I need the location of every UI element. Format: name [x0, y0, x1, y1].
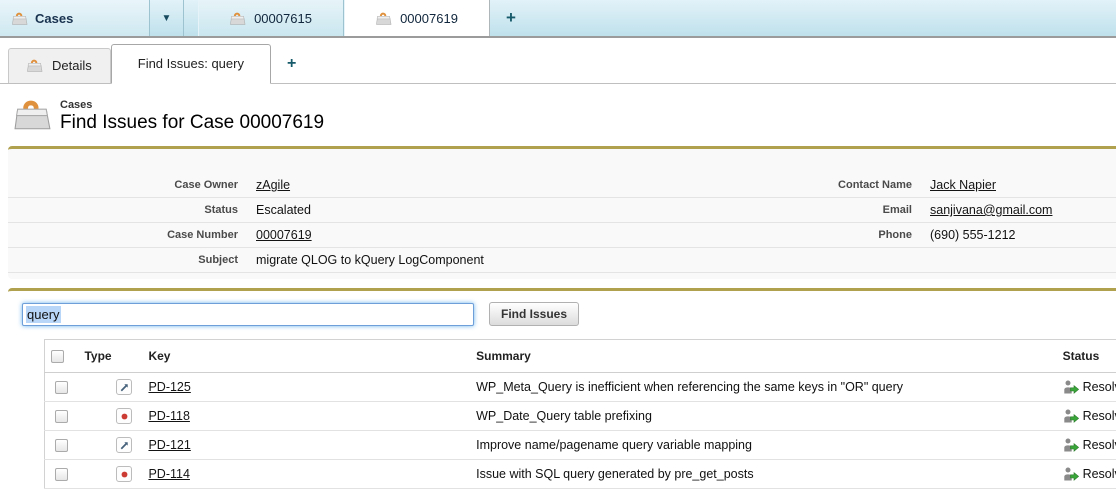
case-icon	[230, 11, 246, 26]
field-label: Subject	[8, 254, 256, 266]
console-tab-label: 00007619	[400, 11, 458, 26]
table-header-row: Type Key Summary Status	[45, 340, 1116, 373]
detail-row-phone: Phone (690) 555-1212	[562, 223, 1116, 248]
column-header-key: Key	[142, 340, 470, 373]
resolved-status-icon	[1063, 438, 1080, 452]
issue-summary: WP_Date_Query table prefixing	[470, 402, 1056, 431]
issue-summary: WP_Meta_Query is inefficient when refere…	[470, 373, 1056, 402]
issue-key-link[interactable]: PD-114	[148, 467, 189, 481]
detail-row-contact-name: Contact Name Jack Napier	[562, 173, 1116, 198]
column-header-type: Type	[78, 340, 142, 373]
status-value: Escalated	[256, 203, 311, 217]
case-detail-section: Case Owner zAgile Status Escalated Case …	[8, 146, 1116, 279]
object-label: Cases	[60, 99, 324, 111]
field-label: Status	[8, 204, 256, 216]
row-checkbox[interactable]	[55, 381, 68, 394]
improvement-icon	[116, 379, 132, 395]
case-icon	[27, 58, 43, 73]
detail-row-case-owner: Case Owner zAgile	[8, 173, 562, 198]
improvement-icon	[116, 437, 132, 453]
detail-row-email: Email sanjivana@gmail.com	[562, 198, 1116, 223]
row-checkbox[interactable]	[55, 468, 68, 481]
tab-gap	[184, 0, 198, 36]
page-header: Cases Find Issues for Case 00007619	[0, 84, 1116, 140]
issue-status: Resolved	[1083, 438, 1116, 452]
console-tab-00007619[interactable]: 00007619	[344, 0, 490, 36]
page-title: Find Issues for Case 00007619	[60, 112, 324, 134]
column-header-status: Status	[1057, 340, 1116, 373]
console-tab-label: 00007615	[254, 11, 312, 26]
issue-key-link[interactable]: PD-125	[148, 380, 190, 394]
issue-search-input[interactable]: query	[22, 303, 474, 326]
issue-status: Resolved	[1083, 380, 1116, 394]
add-console-tab-button[interactable]: +	[490, 0, 516, 36]
issue-summary: Improve name/pagename query variable map…	[470, 431, 1056, 460]
bug-icon	[116, 408, 132, 424]
row-checkbox[interactable]	[55, 439, 68, 452]
select-all-checkbox[interactable]	[51, 350, 64, 363]
detail-row-subject: Subject migrate QLOG to kQuery LogCompon…	[8, 248, 562, 273]
issues-table: Type Key Summary Status PD-125 WP_Meta_Q…	[44, 339, 1116, 489]
find-issues-section: query Find Issues Type Key Summary Statu…	[8, 288, 1116, 499]
case-icon	[12, 11, 28, 26]
table-row: PD-121 Improve name/pagename query varia…	[45, 431, 1116, 460]
subtab-find-issues[interactable]: Find Issues: query	[111, 44, 271, 84]
subject-value: migrate QLOG to kQuery LogComponent	[256, 253, 484, 267]
phone-value: (690) 555-1212	[930, 228, 1015, 242]
table-row: PD-114 Issue with SQL query generated by…	[45, 460, 1116, 489]
subtab-find-issues-label: Find Issues: query	[138, 56, 244, 71]
find-issues-button[interactable]: Find Issues	[489, 302, 579, 326]
issue-status: Resolved	[1083, 409, 1116, 423]
cases-object-icon	[14, 97, 52, 132]
nav-tab-label: Cases	[35, 11, 73, 26]
resolved-status-icon	[1063, 409, 1080, 423]
resolved-status-icon	[1063, 467, 1080, 481]
field-label: Case Number	[8, 229, 256, 241]
table-row: PD-125 WP_Meta_Query is inefficient when…	[45, 373, 1116, 402]
issue-summary: Issue with SQL query generated by pre_ge…	[470, 460, 1056, 489]
nav-tab-cases[interactable]: Cases	[0, 0, 150, 36]
detail-row-status: Status Escalated	[8, 198, 562, 223]
subtab-details[interactable]: Details	[8, 48, 111, 83]
case-icon	[376, 11, 392, 26]
table-row: PD-118 WP_Date_Query table prefixing Res…	[45, 402, 1116, 431]
detail-row-empty	[562, 248, 1116, 273]
field-label: Contact Name	[562, 179, 930, 191]
case-number-link[interactable]: 00007619	[256, 228, 312, 242]
detail-row-case-number: Case Number 00007619	[8, 223, 562, 248]
email-link[interactable]: sanjivana@gmail.com	[930, 203, 1052, 217]
search-input-value: query	[26, 306, 61, 323]
field-label: Case Owner	[8, 179, 256, 191]
console-tab-00007615[interactable]: 00007615	[198, 0, 344, 36]
resolved-status-icon	[1063, 380, 1080, 394]
subtab-details-label: Details	[52, 58, 92, 73]
issue-key-link[interactable]: PD-118	[148, 409, 189, 423]
bug-icon	[116, 466, 132, 482]
issue-status: Resolved	[1083, 467, 1116, 481]
field-label: Email	[562, 204, 930, 216]
add-subtab-button[interactable]: +	[287, 55, 296, 73]
console-tab-bar: Cases ▼ 00007615 00007619 +	[0, 0, 1116, 38]
contact-name-link[interactable]: Jack Napier	[930, 178, 996, 192]
column-header-summary: Summary	[470, 340, 1056, 373]
nav-dropdown-caret[interactable]: ▼	[150, 0, 184, 36]
issue-key-link[interactable]: PD-121	[148, 438, 190, 452]
subtab-bar: Details Find Issues: query +	[0, 38, 1116, 84]
row-checkbox[interactable]	[55, 410, 68, 423]
field-label: Phone	[562, 229, 930, 241]
case-owner-link[interactable]: zAgile	[256, 178, 290, 192]
